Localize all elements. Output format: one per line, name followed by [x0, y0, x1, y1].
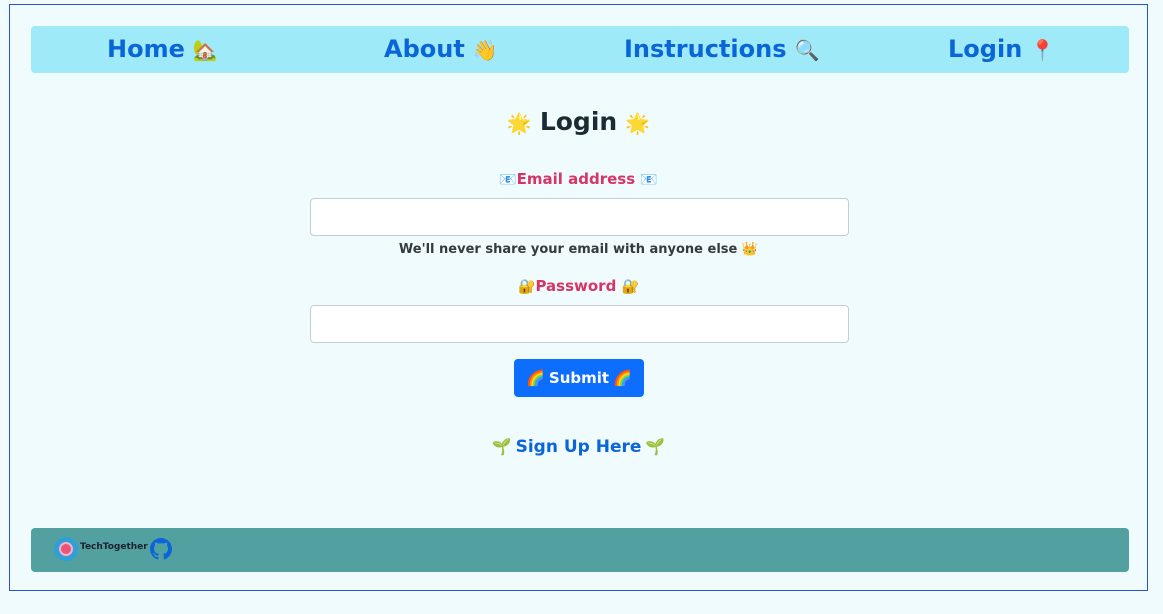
- crown-icon: 👑: [741, 242, 759, 257]
- nav-instructions-label: Instructions: [624, 35, 787, 63]
- lock-icon: 🔐: [621, 279, 639, 295]
- page-title-text: Login: [539, 107, 618, 136]
- nav-instructions-link[interactable]: Instructions 🔍: [624, 35, 819, 63]
- nav-about-link[interactable]: About 👋: [384, 35, 498, 63]
- top-nav: Home 🏡 About 👋 Instructions 🔍 Login 📍: [31, 26, 1129, 73]
- seedling-icon: 🌱: [491, 437, 512, 456]
- magnifier-icon: 🔍: [794, 38, 820, 62]
- signup-label: Sign Up Here: [515, 437, 642, 457]
- password-label: 🔐Password 🔐: [10, 277, 1147, 295]
- github-icon[interactable]: [150, 538, 172, 560]
- email-help-label: We'll never share your email with anyone…: [398, 242, 738, 257]
- lock-icon: 🔐: [518, 279, 536, 295]
- footer: TechTogether: [31, 528, 1129, 572]
- page-title: 🌟 Login 🌟: [10, 107, 1147, 136]
- email-field[interactable]: [310, 198, 849, 236]
- seedling-icon: 🌱: [645, 437, 666, 456]
- house-icon: 🏡: [192, 38, 218, 62]
- submit-button[interactable]: 🌈 Submit 🌈: [514, 359, 644, 397]
- submit-label: Submit: [548, 369, 610, 387]
- signup-link[interactable]: 🌱 Sign Up Here 🌱: [10, 437, 1147, 457]
- page-frame: Home 🏡 About 👋 Instructions 🔍 Login 📍 🌟 Login…: [9, 4, 1148, 591]
- nav-home-label: Home: [107, 35, 185, 63]
- password-label-text: Password: [535, 277, 617, 295]
- pin-icon: 📍: [1030, 38, 1056, 62]
- password-field[interactable]: [310, 305, 849, 343]
- envelope-icon: 📧: [640, 172, 658, 188]
- rainbow-icon: 🌈: [526, 369, 545, 387]
- nav-about-label: About: [384, 35, 465, 63]
- star-icon: 🌟: [506, 111, 532, 135]
- waving-hand-icon: 👋: [472, 38, 498, 62]
- footer-brand[interactable]: TechTogether: [80, 542, 148, 552]
- email-label-text: Email address: [516, 170, 636, 188]
- techtogether-logo-icon[interactable]: [54, 537, 78, 561]
- nav-login-link[interactable]: Login 📍: [948, 35, 1055, 63]
- rainbow-icon: 🌈: [613, 369, 632, 387]
- email-label: 📧Email address 📧: [10, 170, 1147, 188]
- star-icon: 🌟: [625, 111, 651, 135]
- envelope-icon: 📧: [499, 172, 517, 188]
- nav-login-label: Login: [948, 35, 1023, 63]
- nav-home-link[interactable]: Home 🏡: [107, 35, 218, 63]
- email-help-text: We'll never share your email with anyone…: [10, 242, 1147, 257]
